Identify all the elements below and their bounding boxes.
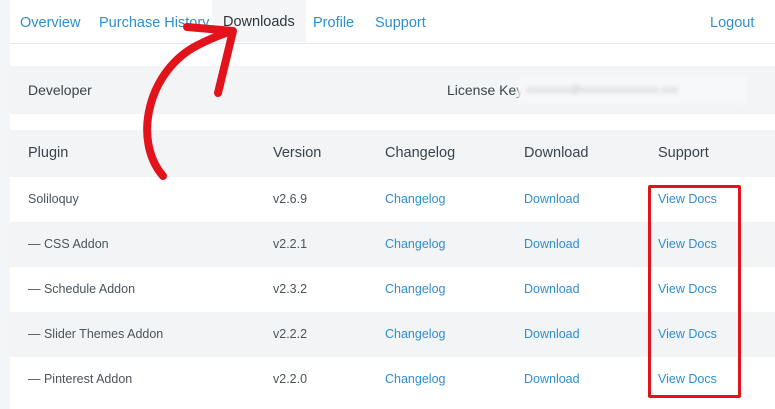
license-bar: Developer License Key:: [10, 66, 775, 114]
account-nav: Overview Purchase History Downloads Prof…: [10, 0, 775, 44]
download-link[interactable]: Download: [524, 177, 580, 222]
plugin-name: — Pinterest Addon: [28, 372, 133, 386]
changelog-link[interactable]: Changelog: [385, 222, 445, 267]
table-row: — Pinterest Addon v2.2.0 Changelog Downl…: [10, 357, 775, 402]
view-docs-link[interactable]: View Docs: [658, 267, 717, 312]
tab-downloads[interactable]: Downloads: [212, 0, 306, 42]
header-plugin: Plugin: [28, 145, 69, 161]
changelog-link[interactable]: Changelog: [385, 177, 445, 222]
view-docs-link[interactable]: View Docs: [658, 357, 717, 402]
changelog-link[interactable]: Changelog: [385, 357, 445, 402]
license-key-field[interactable]: [518, 76, 747, 104]
changelog-link[interactable]: Changelog: [385, 267, 445, 312]
header-support: Support: [658, 145, 709, 161]
license-type: Developer: [28, 82, 92, 98]
table-header: Plugin Version Changelog Download Suppor…: [10, 130, 775, 177]
plugin-version: v2.3.2: [273, 282, 308, 296]
downloads-table: Plugin Version Changelog Download Suppor…: [10, 130, 775, 402]
plugin-name: — CSS Addon: [28, 237, 109, 251]
plugin-name: Soliloquy: [28, 192, 79, 206]
tab-overview[interactable]: Overview: [20, 0, 80, 44]
download-link[interactable]: Download: [524, 222, 580, 267]
header-changelog: Changelog: [385, 145, 456, 161]
download-link[interactable]: Download: [524, 312, 580, 357]
tab-support[interactable]: Support: [375, 0, 426, 44]
table-row: — CSS Addon v2.2.1 Changelog Download Vi…: [10, 222, 775, 267]
logout-link[interactable]: Logout: [710, 0, 754, 44]
plugin-version: v2.6.9: [273, 192, 308, 206]
header-version: Version: [273, 145, 322, 161]
view-docs-link[interactable]: View Docs: [658, 222, 717, 267]
download-link[interactable]: Download: [524, 357, 580, 402]
header-download: Download: [524, 145, 589, 161]
license-key-label: License Key:: [447, 82, 528, 98]
plugin-name: — Slider Themes Addon: [28, 327, 164, 341]
table-row: — Slider Themes Addon v2.2.2 Changelog D…: [10, 312, 775, 357]
table-row: Soliloquy v2.6.9 Changelog Download View…: [10, 177, 775, 222]
changelog-link[interactable]: Changelog: [385, 312, 445, 357]
plugin-version: v2.2.2: [273, 327, 308, 341]
plugin-version: v2.2.1: [273, 237, 308, 251]
view-docs-link[interactable]: View Docs: [658, 177, 717, 222]
plugin-version: v2.2.0: [273, 372, 308, 386]
view-docs-link[interactable]: View Docs: [658, 312, 717, 357]
download-link[interactable]: Download: [524, 267, 580, 312]
tab-profile[interactable]: Profile: [313, 0, 354, 44]
table-row: — Schedule Addon v2.3.2 Changelog Downlo…: [10, 267, 775, 312]
account-page: Overview Purchase History Downloads Prof…: [10, 0, 775, 409]
plugin-name: — Schedule Addon: [28, 282, 136, 296]
tab-purchase-history[interactable]: Purchase History: [99, 0, 209, 44]
